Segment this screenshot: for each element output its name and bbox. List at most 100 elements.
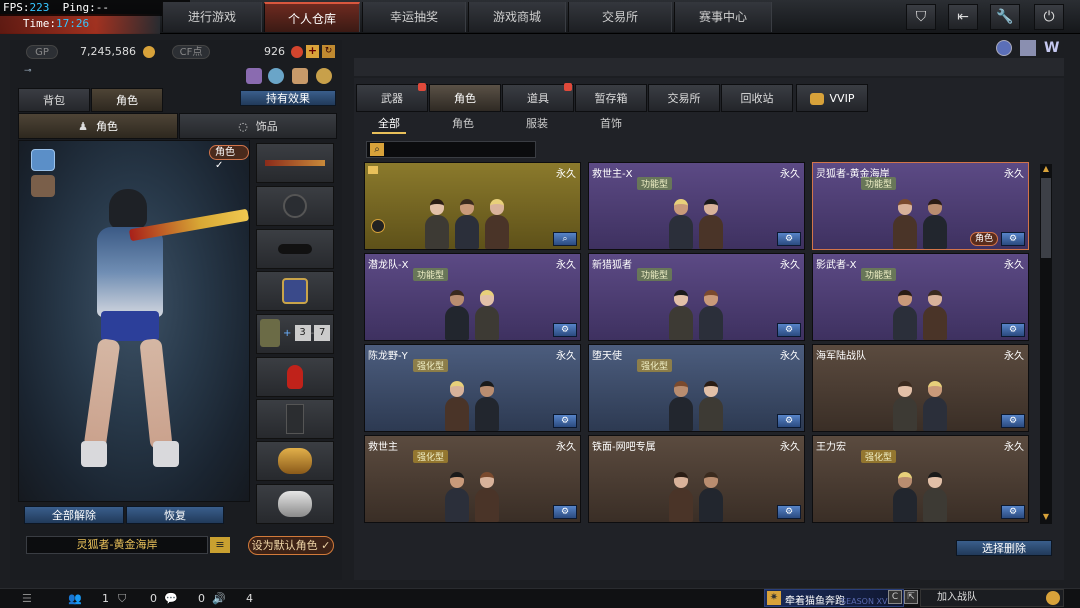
unequip-all-button[interactable]: 全部解除 [24,506,124,524]
card-settings-icon[interactable]: ⚙ [1001,505,1025,519]
globe-icon[interactable] [996,40,1012,56]
character-card[interactable]: 影武者-X 永久 功能型 ⚙ [812,253,1029,341]
card-figure-body [669,215,693,249]
card-figure-body [893,397,917,431]
card-figure-body [475,397,499,431]
subtab-role[interactable]: 角色 [438,114,488,134]
card-settings-icon[interactable]: ⚙ [1001,232,1025,246]
menu-icon[interactable]: ≡ [210,537,230,553]
wrench-icon[interactable]: 🔧 [990,4,1020,30]
rtab-recycle[interactable]: 回收站 [721,84,793,112]
rtab-character[interactable]: 角色 [429,84,501,112]
character-card[interactable]: 救世主 永久 强化型 ⚙ [364,435,581,523]
character-card[interactable]: 救世主-X 永久 功能型 ⚙ [588,162,805,250]
nav-tab-shop[interactable]: 游戏商城 [468,2,566,32]
team-join-icon[interactable] [1046,591,1060,605]
card-settings-icon[interactable]: ⚙ [777,414,801,428]
character-card[interactable]: 海军陆战队 永久 ⚙ [812,344,1029,432]
card-settings-icon[interactable]: ⚙ [553,323,577,337]
list-icon[interactable]: ☰ [22,592,32,605]
ping-label: Ping: [62,1,96,14]
volume-icon[interactable]: 🔊 [212,592,226,605]
nav-tab-exchange[interactable]: 交易所 [568,2,672,32]
search-icon[interactable]: ⌕ [370,143,384,156]
card-settings-icon[interactable]: ⚙ [1001,414,1025,428]
character-card[interactable]: 王力宏 永久 强化型 ⚙ [812,435,1029,523]
character-card[interactable]: 堕天使 永久 强化型 ⚙ [588,344,805,432]
rtab-storage[interactable]: 暂存箱 [575,84,647,112]
slot-badge[interactable] [256,271,334,311]
clan-notice[interactable]: ✷ 牵着猫鱼奔跑 SEASON XVII [764,589,904,607]
subtab-jewelry[interactable]: 首饰 [586,114,636,134]
card-settings-icon[interactable]: ⚙ [777,323,801,337]
gp-label: GP [26,45,58,59]
slot-goggles[interactable] [256,229,334,269]
character-card[interactable]: 新猎狐者 永久 功能型 ⚙ [588,253,805,341]
character-preview: 角色 ✓ [18,140,250,502]
subtab-costume[interactable]: 服装 [512,114,562,134]
card-settings-icon[interactable]: ⚙ [553,505,577,519]
slot-armor[interactable] [256,399,334,439]
restore-button[interactable]: 恢复 [126,506,224,524]
search-input[interactable] [387,142,533,157]
card-search-icon[interactable]: ⌕ [553,232,577,246]
back-icon[interactable]: ⇤ [948,4,978,30]
card-figure-head [674,472,688,488]
cycle-icon[interactable] [268,68,284,84]
tab-backpack[interactable]: 背包 [18,88,90,112]
tab-character[interactable]: 角色 [91,88,163,112]
card-figure-body [445,488,469,522]
bird-icon[interactable] [1020,40,1036,56]
character-card[interactable]: 永久 ⌕ [364,162,581,250]
friends-icon[interactable]: 👥 [68,592,82,605]
nav-tab-inventory[interactable]: 个人仓库 [264,2,360,32]
chat-icon[interactable]: 💬 [164,592,178,605]
subtab-accessory[interactable]: ◌ 饰品 [179,113,337,139]
scroll-down-icon[interactable]: ▼ [1041,512,1051,522]
card-settings-icon[interactable]: ⚙ [553,414,577,428]
card-settings-icon[interactable]: ⚙ [777,505,801,519]
slot-helmet[interactable] [256,186,334,226]
slot-grenade[interactable] [256,357,334,397]
card-duration: 永久 [780,442,800,453]
search-box[interactable]: ⌕ [366,141,536,158]
card-figure-body [485,215,509,249]
character-card[interactable]: 灵狐者-黄金海岸 永久 功能型 角色 ⚙ [812,162,1029,250]
new-marker-icon [418,83,426,91]
clan-icon[interactable]: ⛉ [118,592,126,606]
set-default-character-button[interactable]: 设为默认角色 ✓ [248,536,334,555]
scrollbar-thumb[interactable] [1041,178,1051,258]
scrollbar-track[interactable]: ▲ ▼ [1040,164,1052,524]
pouch-icon[interactable] [316,68,332,84]
add-cf-icon[interactable]: + [306,45,319,58]
card-settings-icon[interactable]: ⚙ [777,232,801,246]
scroll-up-icon[interactable]: ▲ [1041,164,1051,174]
shield-icon[interactable]: ⛉ [906,4,936,30]
slot-primary-weapon[interactable] [256,143,334,183]
clan-c-icon[interactable]: C [888,590,902,604]
refresh-cf-icon[interactable]: ↻ [322,45,335,58]
nav-tab-lottery[interactable]: 幸运抽奖 [362,2,466,32]
select-delete-button[interactable]: 选择删除 [956,540,1052,556]
character-card[interactable]: 陈龙野-Y 永久 强化型 ⚙ [364,344,581,432]
clan-notice-text: 牵着猫鱼奔跑 [785,596,845,607]
slot-vest-combo[interactable]: + 3-7 [256,314,334,354]
card-settings-icon[interactable]: ⚙ [1001,323,1025,337]
join-team-button[interactable]: 加入战队 [920,589,1064,607]
rtab-exchange[interactable]: 交易所 [648,84,720,112]
nav-tab-play[interactable]: 进行游戏 [162,2,262,32]
vip-w-icon[interactable]: W [1044,40,1060,56]
subtab-all[interactable]: 全部 [364,114,414,134]
rtab-vvip[interactable]: VVIP [796,84,868,112]
nav-tab-events[interactable]: 赛事中心 [674,2,772,32]
slot-dragon-gold[interactable] [256,441,334,481]
expand-icon[interactable]: ⇱ [904,590,918,604]
slot-dragon-silver[interactable] [256,484,334,524]
subtab-character[interactable]: ♟ 角色 [18,113,178,139]
hammer-icon[interactable] [292,68,308,84]
trophy-icon[interactable] [246,68,262,84]
character-card[interactable]: 潜龙队-X 永久 功能型 ⚙ [364,253,581,341]
character-card[interactable]: 铁面-网吧专属 永久 ⚙ [588,435,805,523]
power-icon[interactable]: ⏻ [1034,4,1064,30]
holdings-effect-button[interactable]: 持有效果 [240,90,336,106]
